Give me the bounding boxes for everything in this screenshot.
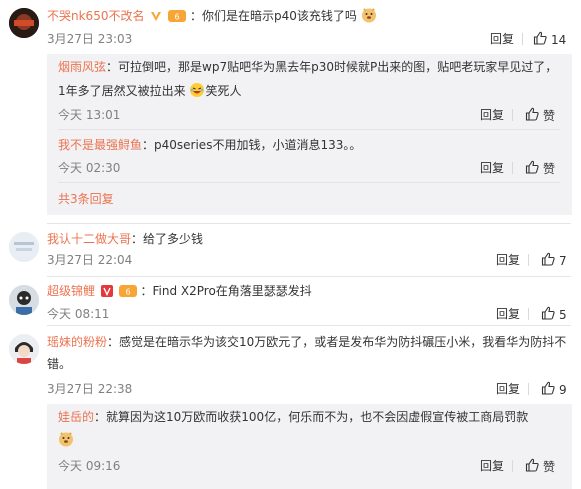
like-button[interactable]: 赞	[525, 458, 555, 476]
like-button[interactable]: 5	[541, 306, 567, 324]
comment-text: ：感觉是在暗示华为该交10万欧元了，或者是发布华为防抖碾压小米，我看华为防抖不	[107, 335, 567, 349]
reply-text-continued: 1年多了居然又被拉出来	[58, 84, 186, 98]
svg-text:6: 6	[125, 288, 130, 297]
view-more-replies-link[interactable]: 共3条回复	[58, 191, 114, 208]
comment-text: ：你们是在暗示p40该充钱了吗	[189, 9, 357, 23]
username[interactable]: 超级锦鲤	[47, 284, 95, 298]
like-count: 7	[559, 254, 567, 268]
doge-emoji-icon	[361, 7, 377, 28]
action-separator	[512, 162, 513, 174]
username[interactable]: 不哭nk650不改名	[47, 9, 144, 23]
vip-badge-icon: 6	[118, 285, 137, 302]
action-separator	[528, 383, 529, 395]
like-button[interactable]: 7	[541, 252, 567, 270]
like-button[interactable]: 赞	[525, 107, 555, 125]
reply-button[interactable]: 回复	[496, 252, 520, 268]
thumbs-up-icon	[533, 31, 547, 49]
vip-badge-icon: 6	[168, 10, 187, 27]
like-button[interactable]: 9	[541, 381, 567, 399]
like-label: 赞	[543, 109, 556, 123]
comment-text: ：给了多少钱	[131, 232, 204, 246]
laughing-emoji-icon	[189, 82, 205, 103]
avatar[interactable]	[9, 232, 39, 262]
reply-username[interactable]: 娃岳的	[58, 410, 94, 424]
like-label: 赞	[543, 460, 556, 474]
replies-panel: 娃岳的：就算因为这10万欧而收获100亿，何乐而不为，也不会因虚假宣传被工商局罚…	[47, 404, 572, 489]
comment-text: ：Find X2Pro在角落里瑟瑟发抖	[140, 284, 312, 298]
like-button[interactable]: 14	[533, 31, 566, 49]
action-separator	[528, 254, 529, 266]
like-count: 5	[559, 308, 567, 322]
reply-divider	[58, 129, 560, 130]
replies-panel: 烟雨风弦：可拉倒吧，那是wp7贴吧华为黑去年p30时候就P出来的图，贴吧老玩家早…	[47, 54, 572, 215]
avatar[interactable]	[9, 334, 39, 364]
comment-time: 今天 08:11	[47, 307, 110, 321]
reply-text: ：可拉倒吧，那是wp7贴吧华为黑去年p30时候就P出来的图，贴吧老玩家早见过了，	[106, 60, 558, 74]
username[interactable]: 瑶妹的粉粉	[47, 335, 107, 349]
reply-time: 今天 02:30	[58, 161, 121, 175]
doge-emoji-icon	[58, 431, 74, 452]
comment-item: 我认十二做大哥：给了多少钱 3月27日 22:04 回复 7	[0, 224, 581, 276]
comment-item: 不哭nk650不改名 6 ：你们是在暗示p40该充钱了吗 3月27日 23:03…	[0, 0, 581, 215]
username[interactable]: 我认十二做大哥	[47, 232, 131, 246]
action-separator	[528, 308, 529, 320]
reply-text: ：就算因为这10万欧而收获100亿，何乐而不为，也不会因虚假宣传被工商局罚款	[94, 410, 529, 424]
svg-text:6: 6	[175, 13, 180, 22]
like-label: 赞	[543, 162, 556, 176]
reply-button[interactable]: 回复	[480, 160, 504, 176]
like-count: 14	[551, 33, 567, 47]
reply-button[interactable]: 回复	[496, 306, 520, 322]
reply-button[interactable]: 回复	[480, 458, 504, 474]
avatar[interactable]	[9, 8, 39, 38]
reply-text-end: 笑死人	[205, 84, 242, 98]
avatar[interactable]	[9, 285, 39, 315]
reply-button[interactable]: 回复	[480, 107, 504, 123]
action-separator	[512, 109, 513, 121]
thumbs-up-icon	[525, 160, 539, 178]
reply-username[interactable]: 烟雨风弦	[58, 60, 106, 74]
reply-text: ：p40series不用加钱，小道消息133。。	[142, 138, 362, 152]
reply-button[interactable]: 回复	[496, 381, 520, 397]
comment-time: 3月27日 22:38	[47, 382, 133, 396]
comment-item: 瑶妹的粉粉：感觉是在暗示华为该交10万欧元了，或者是发布华为防抖碾压小米，我看华…	[0, 326, 581, 489]
reply-time: 今天 13:01	[58, 108, 121, 122]
thumbs-up-icon	[525, 107, 539, 125]
reply-divider	[58, 182, 560, 183]
like-button[interactable]: 赞	[525, 160, 555, 178]
comment-time: 3月27日 23:03	[47, 32, 133, 46]
comment-text-continued: 错。	[47, 357, 72, 371]
action-separator	[512, 460, 513, 472]
comment-time: 3月27日 22:04	[47, 253, 133, 267]
like-count: 9	[559, 383, 567, 397]
comment-item: 超级锦鲤 6 ：Find X2Pro在角落里瑟瑟发抖 今天 08:11 回复 5	[0, 277, 581, 325]
action-separator	[522, 33, 523, 45]
thumbs-up-icon	[525, 458, 539, 476]
thumbs-up-icon	[541, 306, 555, 324]
reply-button[interactable]: 回复	[490, 31, 514, 47]
thumbs-up-icon	[541, 252, 555, 270]
reply-username[interactable]: 我不是最强鲟鱼	[58, 138, 142, 152]
thumbs-up-icon	[541, 381, 555, 399]
reply-time: 今天 09:16	[58, 459, 121, 473]
verified-badge-icon	[100, 285, 113, 302]
verified-badge-icon	[150, 10, 162, 27]
